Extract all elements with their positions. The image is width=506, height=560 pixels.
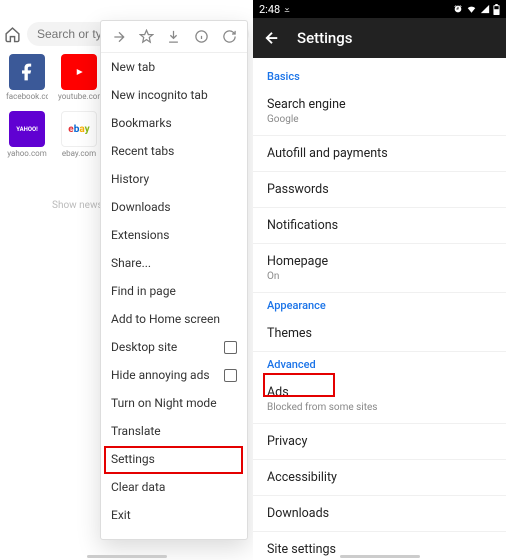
speeddial-item[interactable]: YAHOO! yahoo.com: [6, 111, 48, 158]
menu-item-extensions[interactable]: Extensions: [101, 221, 247, 249]
row-downloads[interactable]: Downloads: [253, 496, 506, 532]
battery-icon: [493, 4, 500, 15]
signal-icon: [480, 4, 490, 14]
settings-header: Settings: [253, 18, 506, 58]
row-autofill[interactable]: Autofill and payments: [253, 136, 506, 172]
speeddial-item[interactable]: facebook.co..: [6, 54, 48, 101]
menu-item-new-tab[interactable]: New tab: [101, 53, 247, 81]
checkbox-icon[interactable]: [224, 341, 237, 354]
tile-label: facebook.co..: [6, 92, 48, 101]
menu-item-translate[interactable]: Translate: [101, 417, 247, 445]
back-icon[interactable]: [263, 29, 281, 47]
info-icon[interactable]: [192, 27, 212, 47]
status-bar: 2:48: [253, 0, 506, 18]
menu-toolbar: [101, 21, 247, 53]
section-appearance: Appearance: [253, 293, 506, 316]
download-icon[interactable]: [164, 27, 184, 47]
settings-title: Settings: [297, 29, 353, 47]
row-notifications[interactable]: Notifications: [253, 208, 506, 244]
wifi-icon: [466, 4, 477, 14]
menu-item-desktop-site[interactable]: Desktop site: [101, 333, 247, 361]
overflow-menu: New tab New incognito tab Bookmarks Rece…: [100, 20, 248, 540]
speeddial-item[interactable]: ebay ebay.com: [58, 111, 100, 158]
menu-item-exit[interactable]: Exit: [101, 501, 247, 529]
menu-item-downloads[interactable]: Downloads: [101, 193, 247, 221]
row-passwords[interactable]: Passwords: [253, 172, 506, 208]
section-advanced: Advanced: [253, 352, 506, 375]
left-screen: 2:48 facebook.co..: [0, 0, 253, 560]
menu-item-recent-tabs[interactable]: Recent tabs: [101, 137, 247, 165]
forward-icon[interactable]: [109, 27, 129, 47]
tile-label: youtube.com: [58, 92, 100, 101]
row-search-engine[interactable]: Search engine Google: [253, 87, 506, 136]
settings-list[interactable]: Basics Search engine Google Autofill and…: [253, 58, 506, 560]
checkbox-icon[interactable]: [224, 369, 237, 382]
menu-item-find[interactable]: Find in page: [101, 277, 247, 305]
show-news-label[interactable]: Show news: [52, 200, 103, 211]
download-icon: [283, 3, 291, 16]
right-screen: 2:48 Settings Basics Search engine: [253, 0, 506, 560]
status-time: 2:48: [259, 3, 280, 16]
row-privacy[interactable]: Privacy: [253, 424, 506, 460]
alarm-icon: [453, 4, 463, 14]
menu-item-bookmarks[interactable]: Bookmarks: [101, 109, 247, 137]
menu-item-settings[interactable]: Settings: [101, 445, 247, 473]
home-icon[interactable]: [4, 26, 21, 43]
nav-pill: [0, 555, 253, 558]
star-icon[interactable]: [136, 27, 156, 47]
menu-item-add-home[interactable]: Add to Home screen: [101, 305, 247, 333]
row-homepage[interactable]: Homepage On: [253, 244, 506, 293]
section-basics: Basics: [253, 64, 506, 87]
menu-item-hide-ads[interactable]: Hide annoying ads: [101, 361, 247, 389]
speeddial-item[interactable]: youtube.com: [58, 54, 100, 101]
row-themes[interactable]: Themes: [253, 316, 506, 352]
reload-icon[interactable]: [219, 27, 239, 47]
menu-item-new-incognito[interactable]: New incognito tab: [101, 81, 247, 109]
menu-item-night-mode[interactable]: Turn on Night mode: [101, 389, 247, 417]
speeddial: facebook.co.. youtube.com YAHOO! yahoo.c…: [6, 54, 100, 158]
tile-label: ebay.com: [62, 149, 96, 158]
menu-item-share[interactable]: Share...: [101, 249, 247, 277]
menu-item-history[interactable]: History: [101, 165, 247, 193]
row-accessibility[interactable]: Accessibility: [253, 460, 506, 496]
menu-item-clear-data[interactable]: Clear data: [101, 473, 247, 501]
tile-label: yahoo.com: [7, 149, 46, 158]
row-ads[interactable]: Ads Blocked from some sites: [253, 375, 506, 424]
nav-pill: [253, 555, 506, 558]
